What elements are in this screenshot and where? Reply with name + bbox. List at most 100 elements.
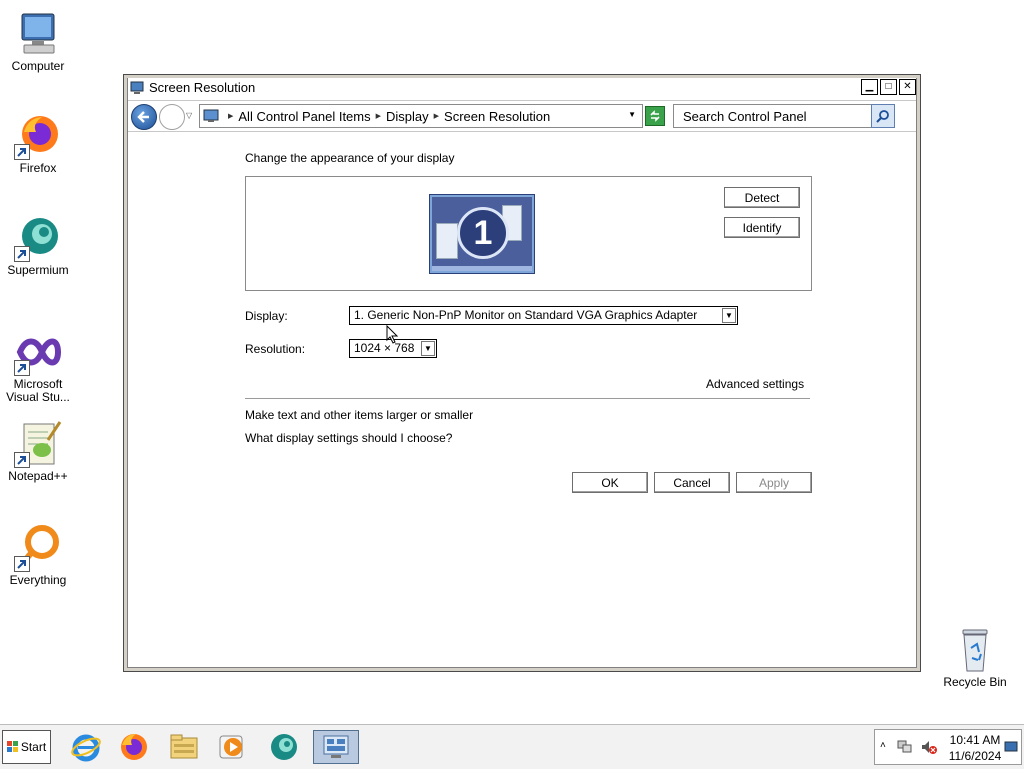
firefox-icon	[14, 112, 62, 160]
minimize-button[interactable]: ▁	[861, 79, 878, 95]
desktop-icon-label: Firefox	[19, 161, 57, 175]
shortcut-arrow-icon	[14, 246, 30, 262]
firefox-icon	[121, 734, 147, 760]
breadcrumb-separator-icon[interactable]: ▶	[228, 112, 233, 120]
monitor-1-preview[interactable]: 1	[430, 195, 534, 273]
file-explorer-icon	[170, 734, 198, 759]
breadcrumb-all-control-panel-items[interactable]: All Control Panel Items	[238, 109, 370, 124]
breadcrumb-display[interactable]: Display	[386, 109, 429, 124]
windows-flag-icon	[6, 741, 19, 753]
start-button[interactable]: Start	[2, 730, 51, 764]
desktop-icon-label: Notepad++	[8, 469, 68, 483]
identify-button[interactable]: Identify	[724, 217, 800, 238]
taskbar: Start ˄ 10:41 AM 11/6/2024	[0, 724, 1024, 769]
back-button[interactable]	[131, 104, 157, 130]
desktop-icon-computer[interactable]: Computer	[0, 10, 78, 73]
shortcut-arrow-icon	[14, 452, 30, 468]
navigation-bar: ▽ ▶ All Control Panel Items ▶ Display ▶ …	[128, 100, 916, 132]
recent-pages-chevron-icon[interactable]: ▽	[186, 111, 192, 120]
display-help-link[interactable]: What display settings should I choose?	[245, 431, 452, 445]
advanced-settings-link[interactable]: Advanced settings	[706, 377, 804, 391]
clock-time[interactable]: 10:41 AM	[949, 733, 1001, 747]
desktop-icon-recycle-bin[interactable]: Recycle Bin	[935, 626, 1015, 689]
desktop-icon-label: Recycle Bin	[943, 675, 1007, 689]
desktop-icon-label: Microsoft Visual Stu...	[6, 377, 70, 404]
close-icon: ✕	[903, 81, 912, 92]
taskbar-supermium[interactable]	[264, 730, 304, 764]
taskbar-control-panel[interactable]	[313, 730, 359, 764]
desktop-icon-notepadpp[interactable]: Notepad++	[0, 420, 78, 483]
desktop-icon-visual-studio[interactable]: Microsoft Visual Stu...	[0, 328, 78, 404]
screen-resolution-window: Screen Resolution ▁ □ ✕ ▽ ▶ All Control …	[123, 74, 921, 672]
detect-button[interactable]: Detect	[724, 187, 800, 208]
notepadpp-icon	[14, 420, 62, 468]
search-box	[673, 104, 895, 128]
display-select-value: 1. Generic Non-PnP Monitor on Standard V…	[354, 308, 698, 322]
computer-icon	[14, 10, 62, 58]
shortcut-arrow-icon	[14, 144, 30, 160]
resolution-label: Resolution:	[245, 342, 306, 356]
start-label: Start	[20, 740, 47, 754]
apply-button[interactable]: Apply	[736, 472, 812, 493]
taskbar-file-explorer[interactable]	[164, 730, 204, 764]
close-button[interactable]: ✕	[899, 79, 916, 95]
desktop-icon-everything[interactable]: Everything	[0, 524, 78, 587]
maximize-button[interactable]: □	[880, 79, 897, 95]
maximize-icon: □	[885, 81, 892, 92]
taskbar-firefox[interactable]	[114, 730, 154, 764]
divider	[245, 398, 810, 399]
display-settings-icon	[130, 81, 144, 95]
network-icon[interactable]	[897, 740, 913, 757]
mouse-cursor-icon	[386, 324, 399, 347]
desktop-icon-supermium[interactable]: Supermium	[0, 214, 78, 277]
display-preview-area: 1 Detect Identify	[245, 176, 812, 291]
show-desktop-icon[interactable]	[1004, 741, 1018, 756]
control-panel-icon	[203, 109, 219, 123]
taskbar-media-player[interactable]	[212, 730, 252, 764]
page-heading: Change the appearance of your display	[245, 151, 455, 165]
monitor-number: 1	[457, 207, 509, 259]
media-player-icon	[219, 735, 243, 759]
volume-muted-icon[interactable]	[921, 740, 937, 757]
everything-icon	[14, 524, 62, 572]
preview-window-decoration	[436, 223, 458, 259]
resolution-select-value: 1024 × 768	[354, 341, 415, 355]
cancel-button[interactable]: Cancel	[654, 472, 730, 493]
control-panel-icon	[323, 735, 349, 758]
dropdown-arrow-icon: ▼	[722, 308, 736, 323]
text-size-link[interactable]: Make text and other items larger or smal…	[245, 408, 473, 422]
ok-button[interactable]: OK	[572, 472, 648, 493]
search-button[interactable]	[871, 104, 895, 128]
search-input[interactable]	[681, 107, 865, 125]
clock-date[interactable]: 11/6/2024	[945, 749, 1005, 763]
desktop-icon-label: Computer	[11, 59, 65, 73]
title-bar[interactable]: Screen Resolution ▁ □ ✕	[128, 78, 916, 97]
breadcrumb-separator-icon[interactable]: ▶	[434, 112, 439, 120]
shortcut-arrow-icon	[14, 556, 30, 572]
breadcrumb-screen-resolution[interactable]: Screen Resolution	[444, 109, 550, 124]
shortcut-arrow-icon	[14, 360, 30, 376]
display-label: Display:	[245, 309, 288, 323]
minimize-icon: ▁	[865, 81, 874, 92]
desktop-icon-firefox[interactable]: Firefox	[0, 112, 78, 175]
window-title: Screen Resolution	[149, 80, 256, 95]
address-bar[interactable]: ▶ All Control Panel Items ▶ Display ▶ Sc…	[199, 104, 643, 128]
show-hidden-icons-chevron-icon[interactable]: ˄	[880, 740, 886, 751]
notification-area: ˄ 10:41 AM 11/6/2024	[874, 729, 1022, 765]
back-arrow-icon	[137, 111, 149, 123]
address-dropdown-icon[interactable]: ▼	[628, 110, 636, 119]
forward-button[interactable]	[159, 104, 185, 130]
refresh-button[interactable]	[645, 106, 665, 126]
dropdown-arrow-icon: ▼	[421, 341, 435, 356]
breadcrumb-separator-icon[interactable]: ▶	[376, 112, 381, 120]
display-select[interactable]: 1. Generic Non-PnP Monitor on Standard V…	[349, 306, 738, 325]
desktop-icon-label: Everything	[9, 573, 67, 587]
supermium-icon	[271, 734, 297, 760]
recycle-bin-icon	[951, 626, 999, 674]
supermium-icon	[14, 214, 62, 262]
search-icon	[876, 110, 889, 123]
refresh-icon	[650, 110, 660, 122]
internet-explorer-icon	[71, 734, 101, 762]
taskbar-internet-explorer[interactable]	[66, 730, 106, 764]
preview-taskbar-decoration	[432, 266, 532, 271]
